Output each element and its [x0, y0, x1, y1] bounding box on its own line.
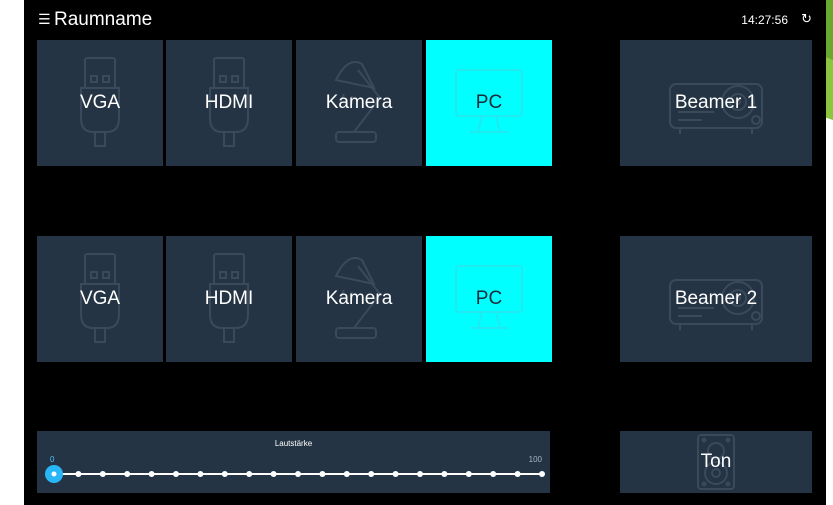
refresh-icon[interactable]: ↻ [801, 11, 812, 27]
volume-tick[interactable] [539, 471, 545, 477]
source-label: PC [475, 92, 503, 113]
source-label: Kamera [325, 92, 393, 113]
source-hdmi-button-1[interactable]: HDMI [166, 40, 292, 166]
volume-tick[interactable] [319, 471, 326, 477]
volume-tick[interactable] [75, 471, 82, 477]
volume-tick[interactable] [197, 471, 204, 477]
volume-tick[interactable] [514, 471, 521, 477]
source-label: HDMI [204, 288, 254, 309]
menu-icon[interactable]: ☰ [38, 11, 51, 28]
volume-tick[interactable] [343, 471, 350, 477]
source-pc-button-1[interactable]: PC [426, 40, 552, 166]
volume-tick[interactable] [124, 471, 131, 477]
source-label: Kamera [325, 288, 393, 309]
volume-tick[interactable] [148, 471, 155, 477]
output-beamer-2-button[interactable]: Beamer 2 [620, 236, 812, 362]
clock: 14:27:56 [741, 13, 788, 27]
source-label: VGA [79, 92, 121, 113]
top-bar: ☰ Raumname 14:27:56 ↻ [24, 0, 826, 40]
output-label: Beamer 1 [674, 92, 758, 113]
source-pc-button-2[interactable]: PC [426, 236, 552, 362]
source-hdmi-button-2[interactable]: HDMI [166, 236, 292, 362]
source-vga-button-2[interactable]: VGA [37, 236, 163, 362]
volume-tick[interactable] [392, 471, 399, 477]
ton-label: Ton [700, 451, 732, 472]
audio-ton-button[interactable]: Ton [620, 431, 812, 493]
source-kamera-button-2[interactable]: Kamera [296, 236, 422, 362]
volume-tick[interactable] [465, 471, 472, 477]
volume-tick[interactable] [441, 471, 448, 477]
source-kamera-button-1[interactable]: Kamera [296, 40, 422, 166]
output-label: Beamer 2 [674, 288, 758, 309]
volume-tick[interactable] [270, 471, 277, 477]
volume-tick[interactable] [246, 471, 253, 477]
volume-tick[interactable] [490, 471, 497, 477]
volume-tick[interactable] [368, 471, 375, 477]
volume-tick[interactable] [295, 471, 301, 477]
source-label: VGA [79, 288, 121, 309]
volume-tick[interactable] [99, 471, 106, 477]
room-name: Raumname [54, 9, 153, 30]
volume-tick[interactable] [417, 471, 423, 477]
source-label: PC [475, 288, 503, 309]
source-label: HDMI [204, 92, 254, 113]
output-beamer-1-button[interactable]: Beamer 1 [620, 40, 812, 166]
volume-track[interactable] [37, 431, 550, 493]
volume-tick[interactable] [221, 471, 228, 477]
volume-knob-center [51, 471, 57, 477]
volume-tick[interactable] [173, 471, 179, 477]
source-vga-button-1[interactable]: VGA [37, 40, 163, 166]
volume-slider[interactable]: Lautstärke 0 100 [37, 431, 550, 493]
control-panel: ☰ Raumname 14:27:56 ↻ VGA HDMI Kamera PC… [24, 0, 826, 505]
